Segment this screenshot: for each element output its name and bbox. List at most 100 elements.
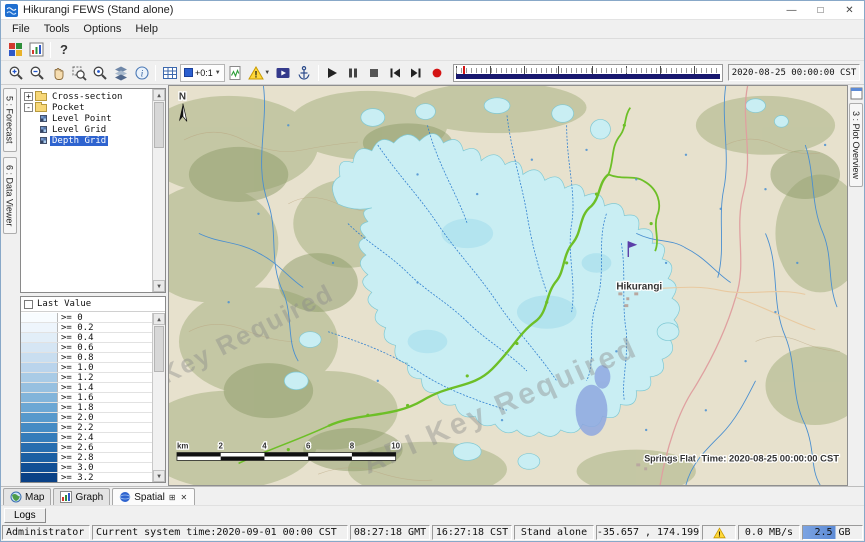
status-bar: Administrator Current system time:2020-0… xyxy=(1,524,864,541)
tab-forecast[interactable]: 5 : Forecast xyxy=(3,88,17,152)
pan-button[interactable] xyxy=(47,63,68,83)
help-button[interactable]: ? xyxy=(54,40,74,60)
class-scale-dropdown[interactable]: +0:1 ▼ xyxy=(180,64,225,82)
tree-item-label: Level Grid xyxy=(50,125,108,135)
menu-help[interactable]: Help xyxy=(128,21,165,37)
panel-icon[interactable] xyxy=(850,87,863,100)
tree-scrollbar[interactable]: ▲ ▼ xyxy=(152,89,165,292)
legend-row[interactable]: >= 1.6 xyxy=(21,393,152,403)
scroll-up-icon[interactable]: ▲ xyxy=(153,313,165,325)
tree-item[interactable]: -Pocket xyxy=(22,102,151,113)
tab-graph[interactable]: Graph xyxy=(53,488,110,505)
longitudinal-profile-button[interactable] xyxy=(225,63,246,83)
tree-item[interactable]: Depth Grid xyxy=(22,135,151,146)
database-button[interactable] xyxy=(5,40,26,60)
tab-plot-overview[interactable]: 3 : Plot Overview xyxy=(849,103,863,187)
step-back-icon xyxy=(388,66,402,80)
legend-color-swatch xyxy=(21,333,58,342)
step-forward-icon xyxy=(409,66,423,80)
close-button[interactable]: ✕ xyxy=(835,1,864,19)
status-warning-cell[interactable]: ! xyxy=(702,525,736,540)
menu-file[interactable]: File xyxy=(5,21,37,37)
legend-row[interactable]: >= 1.2 xyxy=(21,373,152,383)
legend-panel: Last Value >= 0>= 0.2>= 0.4>= 0.6>= 0.8>… xyxy=(20,296,166,483)
stop-button[interactable] xyxy=(364,63,385,83)
legend-row[interactable]: >= 2.2 xyxy=(21,423,152,433)
logs-button[interactable]: Logs xyxy=(4,508,46,523)
svg-text:8: 8 xyxy=(350,442,355,451)
legend-row[interactable]: >= 3.2 xyxy=(21,473,152,483)
menu-tools[interactable]: Tools xyxy=(37,21,77,37)
scroll-down-icon[interactable]: ▼ xyxy=(153,470,165,482)
globe-icon xyxy=(10,491,22,503)
tab-map[interactable]: Map xyxy=(3,488,51,505)
legend-color-swatch xyxy=(21,323,58,332)
menu-options[interactable]: Options xyxy=(76,21,128,37)
display-button[interactable] xyxy=(26,40,47,60)
step-back-button[interactable] xyxy=(385,63,406,83)
legend-value-label: >= 0.2 xyxy=(58,323,94,332)
timeline-span-bar[interactable] xyxy=(456,74,720,79)
toolbar-separator xyxy=(155,65,156,81)
animation-button[interactable] xyxy=(273,63,294,83)
tab-close-icon[interactable]: ✕ xyxy=(180,493,189,502)
legend-row[interactable]: >= 1.0 xyxy=(21,363,152,373)
tab-restore-icon[interactable]: ⊞ xyxy=(168,493,177,502)
record-button[interactable] xyxy=(427,63,448,83)
last-value-checkbox[interactable] xyxy=(24,300,33,309)
legend-value-label: >= 2.8 xyxy=(58,453,94,462)
legend-row[interactable]: >= 0.6 xyxy=(21,343,152,353)
tree-expander-icon[interactable]: - xyxy=(24,103,33,112)
step-forward-button[interactable] xyxy=(406,63,427,83)
legend-row[interactable]: >= 1.4 xyxy=(21,383,152,393)
legend-row[interactable]: >= 3.0 xyxy=(21,463,152,473)
tree-expander-icon[interactable]: + xyxy=(24,92,33,101)
status-mode: Stand alone xyxy=(514,525,594,540)
maximize-button[interactable]: □ xyxy=(806,1,835,19)
tree-item[interactable]: +Cross-section xyxy=(22,91,151,102)
zoom-box-button[interactable] xyxy=(68,63,89,83)
legend-row[interactable]: >= 0 xyxy=(21,313,152,323)
legend-value-label: >= 0.6 xyxy=(58,343,94,352)
tree-item[interactable]: Level Point xyxy=(22,113,151,124)
legend-scrollbar[interactable]: ▲ ▼ xyxy=(152,313,165,482)
layers-button[interactable] xyxy=(110,63,131,83)
window-title: Hikurangi FEWS (Stand alone) xyxy=(23,4,173,16)
map-canvas[interactable]: API Key Required API Key Required Hikura… xyxy=(168,85,848,486)
timeline-slider[interactable] xyxy=(453,64,723,82)
folder-icon xyxy=(35,93,47,101)
anchor-tool-button[interactable] xyxy=(294,63,315,83)
legend-row[interactable]: >= 0.2 xyxy=(21,323,152,333)
chart-window-icon xyxy=(29,42,44,57)
zoom-out-button[interactable] xyxy=(26,63,47,83)
record-icon xyxy=(430,66,444,80)
scroll-down-icon[interactable]: ▼ xyxy=(153,280,165,292)
tab-spatial[interactable]: Spatial ⊞ ✕ xyxy=(112,488,195,505)
legend-row[interactable]: >= 2.8 xyxy=(21,453,152,463)
pan-hand-icon xyxy=(50,65,66,81)
legend-row[interactable]: >= 2.4 xyxy=(21,433,152,443)
legend-value-label: >= 1.0 xyxy=(58,363,94,372)
legend-row[interactable]: >= 2.0 xyxy=(21,413,152,423)
pause-button[interactable] xyxy=(343,63,364,83)
legend-value-label: >= 2.4 xyxy=(58,433,94,442)
grid-display-button[interactable] xyxy=(159,63,180,83)
tree-item[interactable]: Level Grid xyxy=(22,124,151,135)
play-button[interactable] xyxy=(322,63,343,83)
warning-filter-dropdown[interactable]: ! ▼ xyxy=(246,63,273,83)
minimize-button[interactable]: — xyxy=(777,1,806,19)
scroll-thumb[interactable] xyxy=(154,102,164,148)
movie-play-icon xyxy=(275,65,291,81)
scroll-up-icon[interactable]: ▲ xyxy=(153,89,165,101)
legend-row[interactable]: >= 0.4 xyxy=(21,333,152,343)
info-button[interactable]: i xyxy=(131,63,152,83)
zoom-in-button[interactable] xyxy=(5,63,26,83)
warning-icon: ! xyxy=(248,65,264,81)
tab-data-viewer[interactable]: 6 : Data Viewer xyxy=(3,157,17,234)
zoom-extent-button[interactable] xyxy=(89,63,110,83)
grid-icon xyxy=(162,65,178,81)
legend-row[interactable]: >= 0.8 xyxy=(21,353,152,363)
scroll-thumb[interactable] xyxy=(154,326,164,372)
legend-row[interactable]: >= 2.6 xyxy=(21,443,152,453)
legend-row[interactable]: >= 1.8 xyxy=(21,403,152,413)
